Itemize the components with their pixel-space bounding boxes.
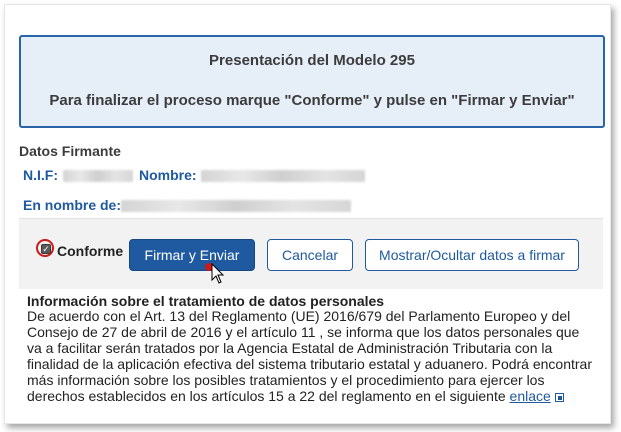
firmante-section-title: Datos Firmante bbox=[19, 143, 121, 159]
checkbox-highlight: ✓ bbox=[36, 239, 54, 257]
en-nombre-label: En nombre de: bbox=[23, 197, 122, 213]
nombre-value-redacted bbox=[201, 170, 365, 182]
cancelar-button[interactable]: Cancelar bbox=[267, 239, 353, 271]
nif-label: N.I.F: bbox=[23, 167, 58, 183]
nombre-label: Nombre: bbox=[139, 167, 197, 183]
conforme-label[interactable]: Conforme bbox=[57, 243, 123, 259]
conforme-checkbox[interactable]: ✓ bbox=[41, 244, 51, 254]
mouse-pointer-icon bbox=[211, 263, 225, 284]
mostrar-ocultar-button[interactable]: Mostrar/Ocultar datos a firmar bbox=[365, 239, 579, 271]
en-nombre-value-redacted bbox=[121, 200, 351, 212]
header-panel: Presentación del Modelo 295 Para finaliz… bbox=[19, 35, 605, 128]
enlace-link[interactable]: enlace bbox=[510, 388, 551, 404]
window: Presentación del Modelo 295 Para finaliz… bbox=[4, 4, 611, 424]
page-title: Presentación del Modelo 295 bbox=[209, 52, 415, 69]
info-panel: Información sobre el tratamiento de dato… bbox=[19, 289, 603, 423]
info-title: Información sobre el tratamiento de dato… bbox=[27, 293, 385, 309]
info-body-text: De acuerdo con el Art. 13 del Reglamento… bbox=[27, 308, 592, 404]
external-link-icon bbox=[554, 392, 564, 402]
instruction-text: Para finalizar el proceso marque "Confor… bbox=[49, 92, 575, 109]
firmar-enviar-button[interactable]: Firmar y Enviar bbox=[129, 239, 255, 271]
info-body: De acuerdo con el Art. 13 del Reglamento… bbox=[27, 308, 597, 404]
nif-value-redacted bbox=[63, 170, 133, 182]
action-panel: ✓ Conforme Firmar y Enviar Cancelar Most… bbox=[19, 218, 603, 423]
